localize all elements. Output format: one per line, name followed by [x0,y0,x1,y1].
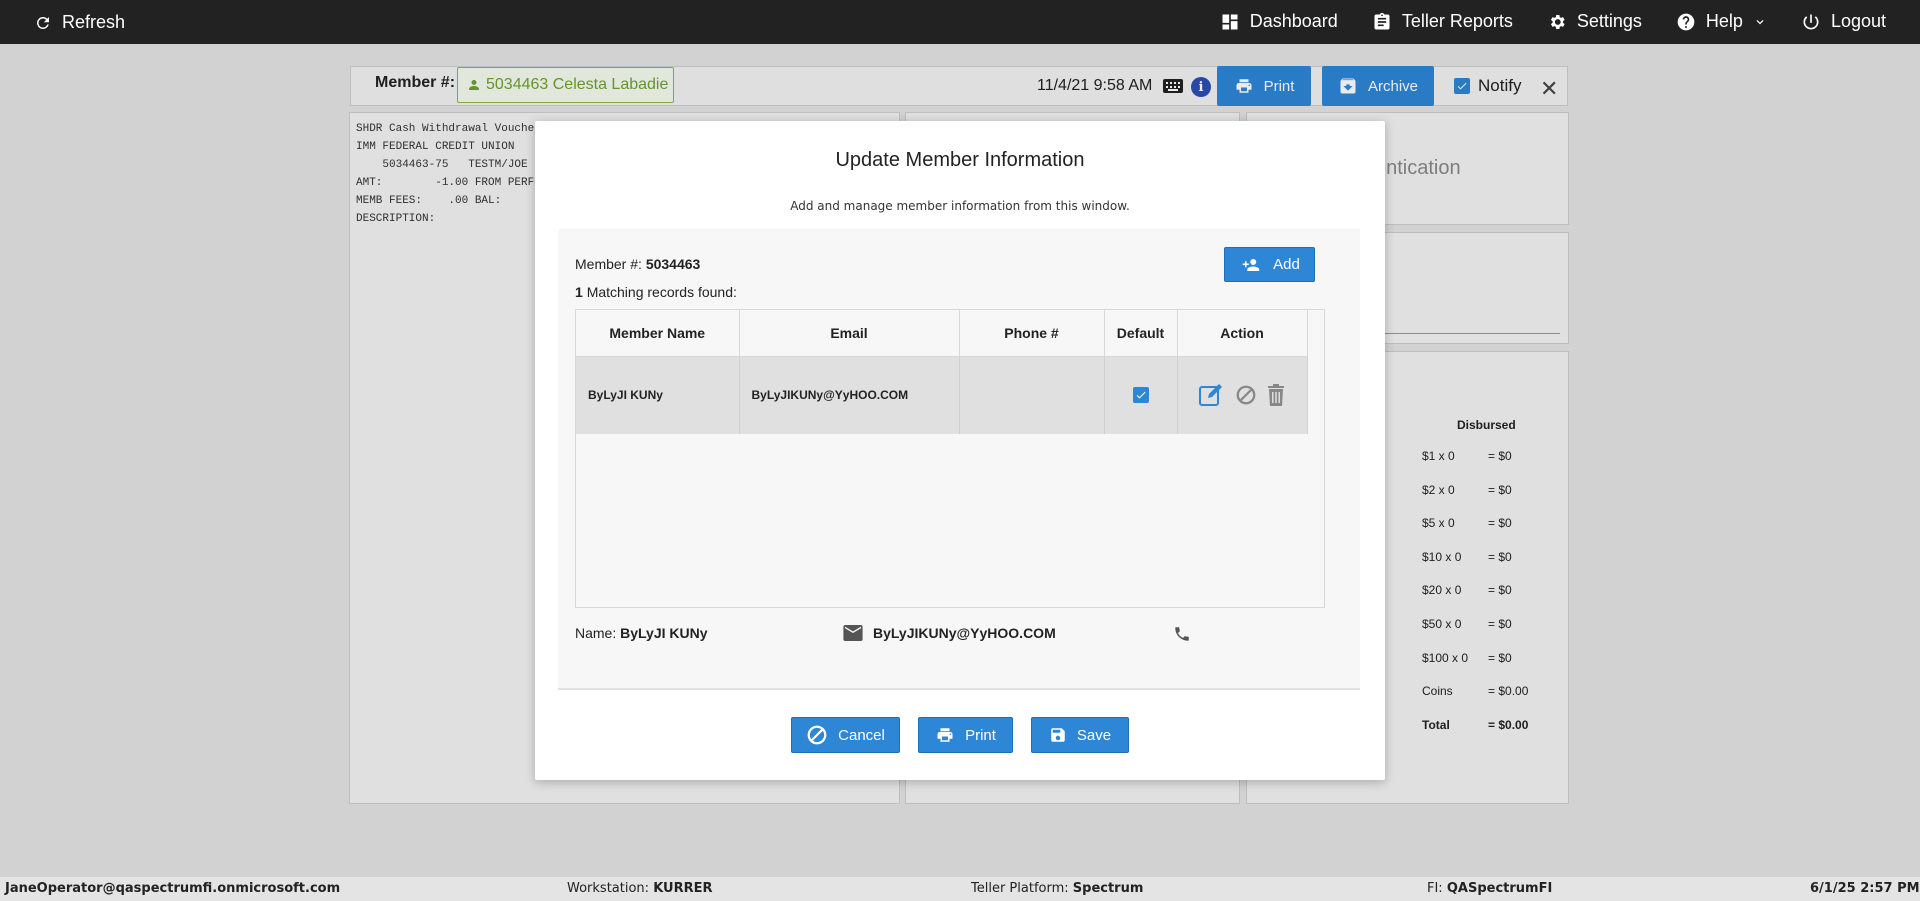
col-action: Action [1177,310,1308,357]
trash-icon[interactable] [1267,384,1285,407]
member-number-label: Member #: [575,256,642,272]
print-label: Print [965,726,996,744]
add-member-button[interactable]: Add [1224,247,1315,282]
workstation-label: Workstation: [567,881,650,896]
nav-dashboard[interactable]: Dashboard [1220,11,1338,32]
cancel-icon [807,725,827,745]
cancel-button[interactable]: Cancel [791,717,900,753]
status-user: JaneOperator@qaspectrumfi.onmicrosoft.co… [5,881,341,896]
detail-name-value: ByLyJI KUNy [620,625,708,641]
nav-help[interactable]: Help [1676,11,1767,32]
default-checkbox[interactable] [1132,387,1149,404]
status-datetime: 6/1/25 2:57 PM [1810,881,1920,896]
dialog-body: Member #: 5034463 1 Matching records fou… [558,229,1360,690]
refresh-icon [36,16,49,29]
detail-name-line: Name: ByLyJI KUNy [575,625,708,641]
fi-label: FI: [1427,881,1443,896]
match-count-text: Matching records found: [586,284,737,300]
col-phone[interactable]: Phone # [959,310,1105,357]
nav-help-label: Help [1705,11,1743,31]
table-row[interactable]: ByLyJI KUNy ByLyJIKUNy@YyHOO.COM [576,356,1308,434]
table-header-row: Member Name Email Phone # Default Action [576,310,1308,357]
save-button[interactable]: Save [1031,717,1129,753]
status-fi: FI: QASpectrumFI [1427,881,1552,896]
status-platform: Teller Platform: Spectrum [971,881,1143,896]
row-phone [959,356,1105,434]
save-icon [1051,728,1065,742]
mail-icon [843,625,863,641]
col-default[interactable]: Default [1104,310,1178,357]
nav-logout-label: Logout [1830,11,1886,31]
nav-teller-reports[interactable]: Teller Reports [1372,11,1513,32]
platform-value: Spectrum [1072,881,1144,896]
gear-icon [1550,14,1565,29]
platform-label: Teller Platform: [971,881,1069,896]
workstation-value: KURRER [653,881,713,896]
detail-email-value: ByLyJIKUNy@YyHOO.COM [873,625,1056,641]
add-label: Add [1273,256,1300,273]
dashboard-icon [1222,14,1238,29]
status-bar: JaneOperator@qaspectrumfi.onmicrosoft.co… [0,877,1920,901]
nav-teller-reports-label: Teller Reports [1401,11,1513,31]
update-member-dialog: Update Member Information Add and manage… [535,121,1385,780]
save-label: Save [1076,726,1112,744]
col-email[interactable]: Email [739,310,960,357]
dialog-title: Update Member Information [835,149,1085,171]
chevron-down-icon [1756,19,1764,24]
cancel-label: Cancel [838,726,885,744]
dialog-subtitle: Add and manage member information from t… [790,199,1130,213]
phone-icon [1173,625,1191,648]
member-number-value: 5034463 [645,256,701,272]
match-count: 1 [575,284,583,300]
nav-logout[interactable]: Logout [1801,11,1886,32]
edit-icon[interactable] [1199,383,1225,407]
add-user-icon [1242,258,1260,271]
help-icon [1677,13,1695,30]
refresh-button[interactable]: Refresh [34,12,125,33]
printer-icon [937,728,953,742]
nav-settings-label: Settings [1576,11,1642,31]
nav-settings[interactable]: Settings [1547,11,1642,32]
refresh-label: Refresh [62,12,126,32]
col-member-name[interactable]: Member Name [576,310,740,357]
match-count-line: 1 Matching records found: [575,284,737,300]
power-icon [1803,14,1819,29]
row-member-name: ByLyJI KUNy [576,356,740,434]
member-number-line: Member #: 5034463 [575,256,700,272]
status-workstation: Workstation: KURRER [567,881,713,896]
member-table: Member Name Email Phone # Default Action… [575,309,1325,608]
top-navbar: Refresh Dashboard Teller Reports Setting… [0,0,1920,44]
row-actions [1177,356,1308,434]
detail-email-line: ByLyJIKUNy@YyHOO.COM [843,625,1056,641]
detail-name-label: Name: [575,625,617,641]
row-default [1104,356,1178,434]
nav-dashboard-label: Dashboard [1249,11,1338,31]
fi-value: QASpectrumFI [1446,881,1553,896]
block-icon[interactable] [1235,384,1257,406]
print-button[interactable]: Print [918,717,1013,753]
clipboard-icon [1374,12,1390,30]
row-email: ByLyJIKUNy@YyHOO.COM [739,356,960,434]
